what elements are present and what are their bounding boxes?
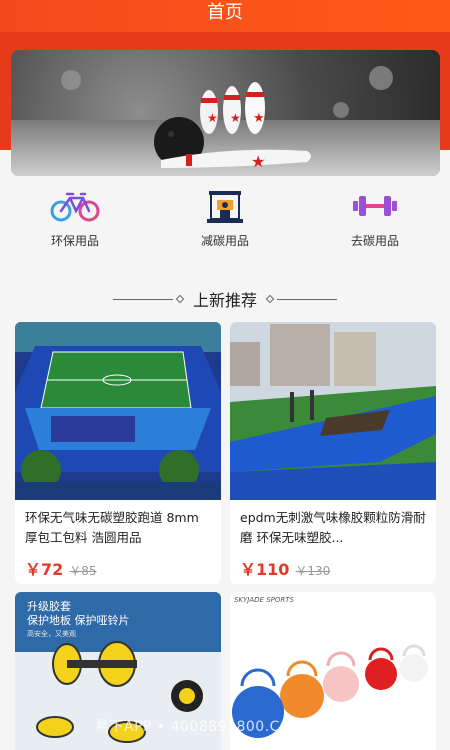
brand-text: SKYJADE SPORTS (234, 596, 295, 604)
category-carbon-removal[interactable]: 去碳用品 (315, 186, 435, 266)
product-title: 环保无气味无碳塑胶跑道 8mm厚包工包料 浩圆用品 (25, 510, 199, 545)
svg-text:★: ★ (230, 111, 241, 125)
banner-line-1: 升级胶套 (27, 599, 71, 613)
banner-carousel[interactable]: ★ ★ ★ ★ (11, 50, 440, 176)
category-label: 环保用品 (50, 234, 99, 248)
category-label: 去碳用品 (350, 234, 399, 248)
price-row: ￥110 ￥130 (230, 552, 436, 584)
banner-line-2: 保护地板 保护哑铃片 (27, 613, 130, 627)
product-price: ￥72 (25, 560, 64, 579)
bowling-banner-image: ★ ★ ★ ★ (11, 66, 440, 176)
category-carbon-reduction[interactable]: 减碳用品 (165, 186, 285, 266)
section-title: 上新推荐 (192, 291, 257, 310)
product-card[interactable]: epdm无刺激气味橡胶颗粒防滑耐磨 环保无味塑胶... ￥110 ￥130 (230, 322, 436, 584)
product-old-price: ￥85 (69, 564, 97, 578)
price-row: ￥72 ￥85 (15, 552, 221, 584)
section-header: 上新推荐 (0, 287, 450, 311)
diamond-icon (265, 294, 275, 304)
product-card[interactable]: 环保无气味无碳塑胶跑道 8mm厚包工包料 浩圆用品 ￥72 ￥85 (15, 322, 221, 584)
page-header: 首页 (0, 0, 450, 32)
product-title: epdm无刺激气味橡胶颗粒防滑耐磨 环保无味塑胶... (240, 510, 426, 545)
page-title: 首页 (207, 2, 243, 23)
watermark-text: 易下APP • 4008891800.COM (95, 719, 305, 735)
svg-text:★: ★ (251, 152, 265, 171)
banner-line-3: 高安全，又美观 (27, 629, 76, 638)
running-track-image (15, 322, 221, 500)
park-path-image (230, 322, 436, 500)
svg-text:★: ★ (207, 111, 218, 125)
divider (277, 298, 337, 300)
category-eco-products[interactable]: 环保用品 (15, 186, 135, 266)
dumbbell-icon (349, 186, 401, 226)
product-price: ￥110 (240, 560, 290, 579)
bicycle-icon (49, 186, 101, 226)
machine-icon (199, 186, 251, 226)
product-old-price: ￥130 (295, 564, 331, 578)
divider (112, 298, 173, 300)
svg-text:★: ★ (253, 111, 265, 126)
category-label: 减碳用品 (200, 234, 249, 248)
diamond-icon (175, 294, 185, 304)
category-nav: 环保用品 减碳用品 去碳用品 (0, 186, 450, 266)
